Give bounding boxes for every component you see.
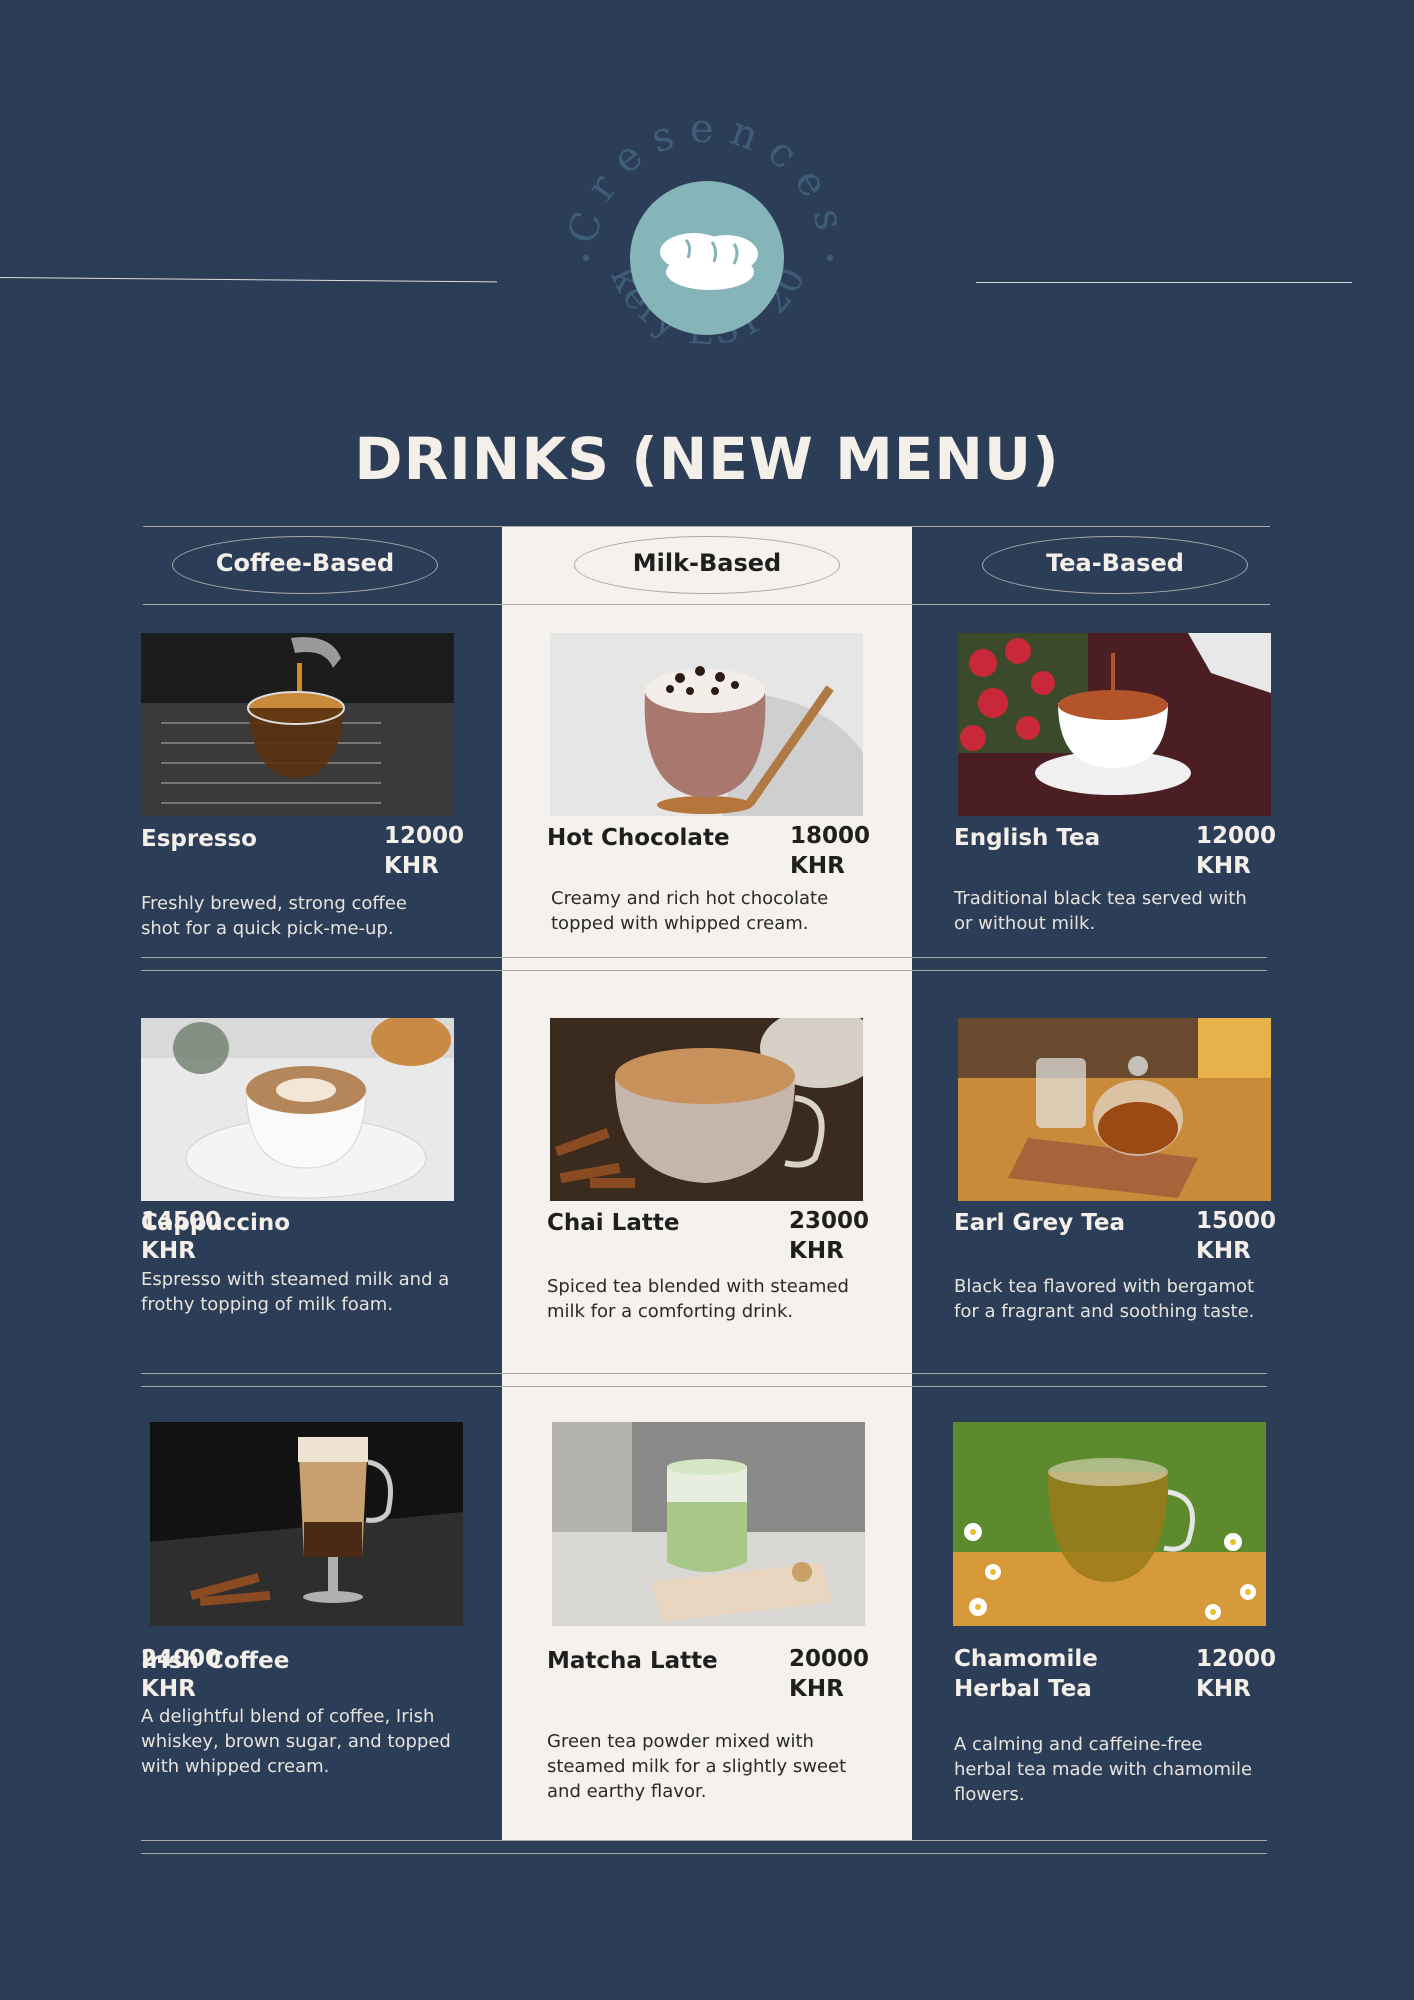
row-rule [141,957,1267,958]
item-name-chai-latte: Chai Latte [547,1210,680,1236]
item-price-irish-coffee: 24000 KHR [141,1646,222,1702]
item-desc-espresso: Freshly brewed, strong coffee shot for a… [141,893,407,939]
category-top-rule [143,526,1270,527]
header-line-left [0,277,497,283]
item-name-chamomile-tea: Chamomile Herbal Tea [954,1646,1098,1702]
page-title: DRINKS (NEW MENU) [354,425,1060,493]
hot-chocolate-photo [550,633,863,816]
item-desc-chamomile-tea: A calming and caffeine-free herbal tea m… [954,1734,1253,1805]
item-name-espresso: Espresso [141,826,257,852]
row-rule [141,970,1267,971]
item-price-english-tea: 12000 KHR [1196,823,1277,879]
item-price-hot-chocolate: 18000 KHR [790,823,871,879]
item-price-espresso: 12000 KHR [384,823,465,879]
item-desc-hot-chocolate: Creamy and rich hot chocolate topped wit… [551,888,829,934]
matcha-latte-photo [552,1422,865,1626]
bakery-logo: Cresences Bakery EST 2023 [551,80,850,396]
espresso-photo [141,633,454,816]
tab-coffee-based[interactable]: Coffee-Based [172,536,438,594]
earl-grey-tea-photo [958,1018,1271,1201]
item-desc-irish-coffee: A delightful blend of coffee, Irish whis… [141,1706,451,1777]
item-price-cappuccino: 14500 KHR [141,1208,222,1264]
row-rule [141,1373,1267,1374]
row-rule [141,1853,1267,1854]
bread-icon [660,233,758,290]
row-rule [141,1386,1267,1387]
item-desc-chai-latte: Spiced tea blended with steamed milk for… [547,1276,849,1322]
item-price-matcha-latte: 20000 KHR [789,1646,870,1702]
chai-latte-photo [550,1018,863,1201]
cappuccino-photo [141,1018,454,1201]
item-price-chamomile-tea: 12000 KHR [1196,1646,1277,1702]
header-line-right [976,282,1352,283]
item-name-english-tea: English Tea [954,825,1101,851]
tab-milk-based[interactable]: Milk-Based [574,536,840,594]
item-name-hot-chocolate: Hot Chocolate [547,825,730,851]
item-desc-english-tea: Traditional black tea served with or wit… [954,888,1247,934]
chamomile-tea-photo [953,1422,1266,1626]
item-price-earl-grey-tea: 15000 KHR [1196,1208,1277,1264]
item-name-matcha-latte: Matcha Latte [547,1648,718,1674]
item-desc-matcha-latte: Green tea powder mixed with steamed milk… [547,1731,847,1802]
english-tea-photo [958,633,1271,816]
item-desc-cappuccino: Espresso with steamed milk and a frothy … [141,1269,450,1315]
irish-coffee-photo [150,1422,463,1626]
category-bottom-rule [143,604,1270,605]
item-price-chai-latte: 23000 KHR [789,1208,870,1264]
item-name-earl-grey-tea: Earl Grey Tea [954,1210,1126,1236]
tab-tea-based[interactable]: Tea-Based [982,536,1248,594]
row-rule [141,1840,1267,1841]
item-desc-earl-grey-tea: Black tea flavored with bergamot for a f… [954,1276,1255,1322]
